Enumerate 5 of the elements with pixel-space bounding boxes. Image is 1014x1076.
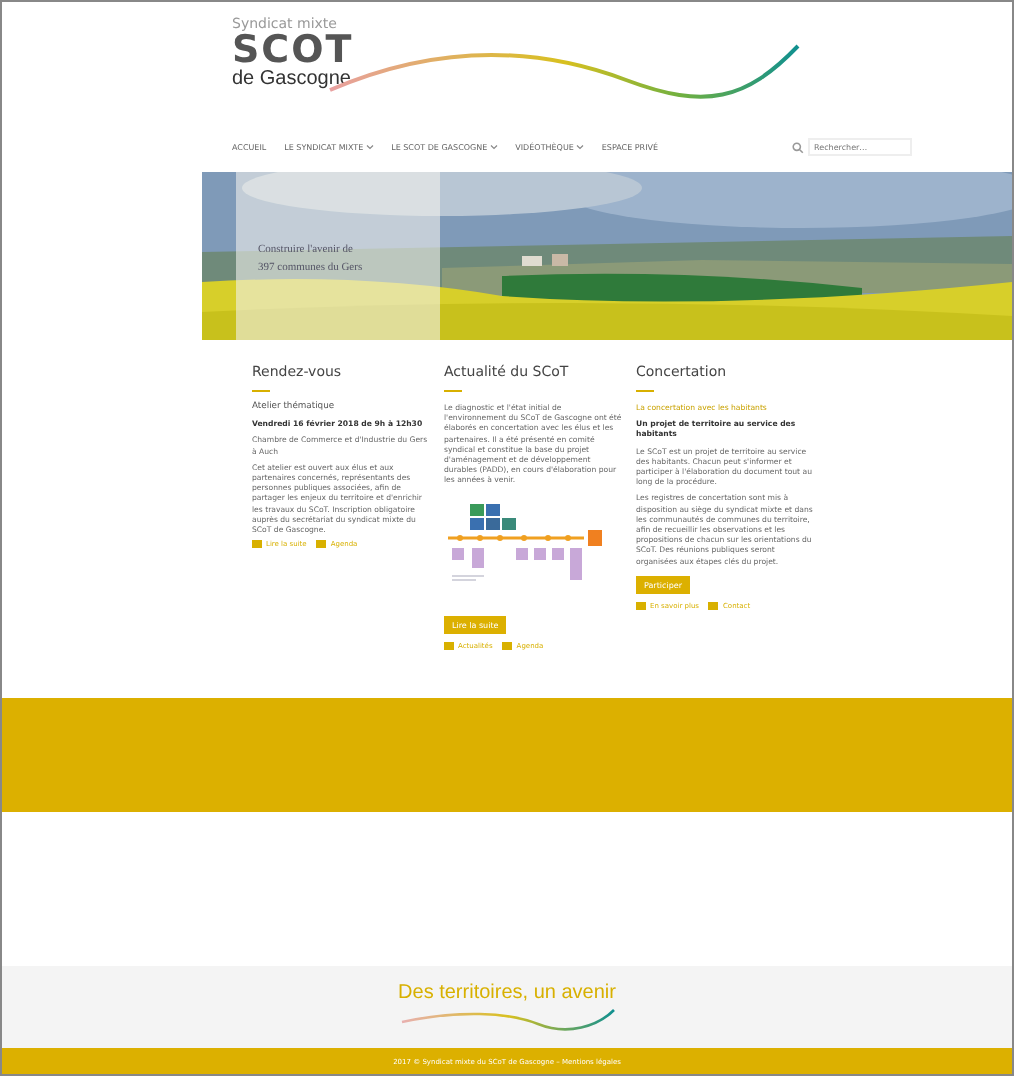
logo-text[interactable]: SCOT [232,32,354,70]
footer-slogan: Des territoires, un avenir [398,982,616,1004]
wave-icon [397,1004,617,1032]
search-icon [792,141,805,153]
logo-subtitle: de Gascogne [232,70,353,90]
